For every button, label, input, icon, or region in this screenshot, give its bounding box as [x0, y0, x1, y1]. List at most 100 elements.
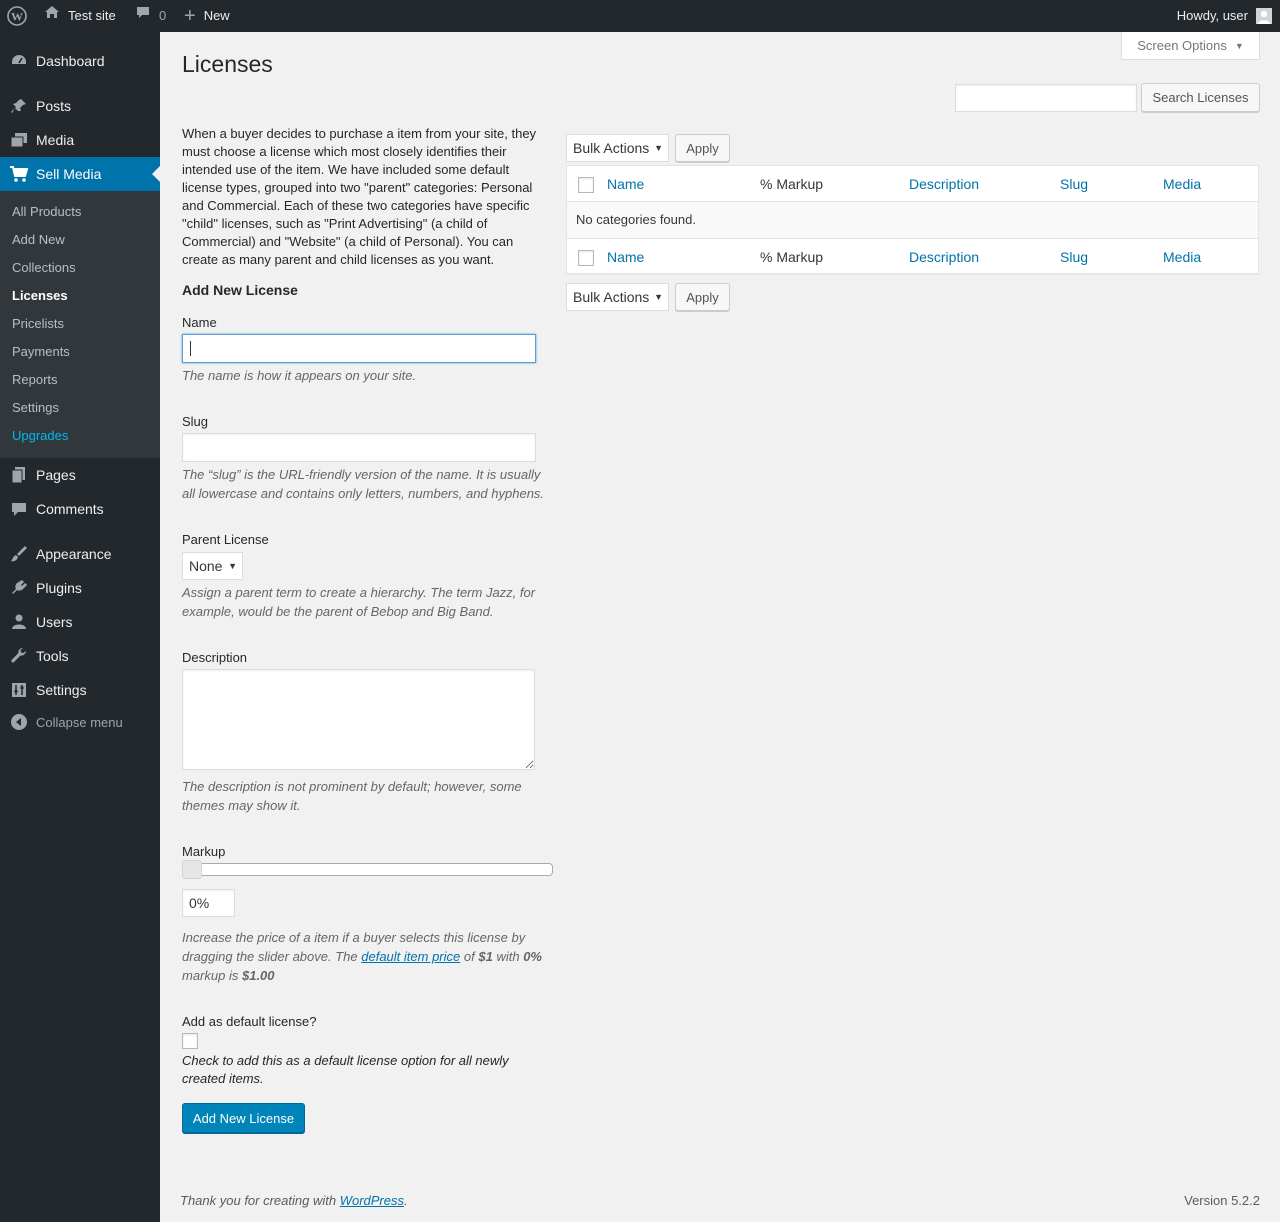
search-input[interactable] [955, 84, 1137, 112]
menu-label: Plugins [36, 580, 82, 596]
markup-desc-text: of [463, 949, 475, 964]
footer-thanks: Thank you for creating with WordPress. [180, 1193, 408, 1208]
default-license-checkbox[interactable] [182, 1033, 198, 1049]
default-item-price-link[interactable]: default item price [361, 949, 460, 964]
menu-dashboard[interactable]: Dashboard [0, 44, 160, 78]
markup-label: Markup [182, 844, 226, 859]
slug-description: The “slug” is the URL-friendly version o… [182, 467, 545, 501]
markup-slider[interactable] [182, 860, 553, 879]
description-textarea[interactable] [182, 669, 535, 770]
markup-description: Increase the price of a item if a buyer … [182, 928, 552, 985]
menu-comments[interactable]: Comments [0, 492, 160, 526]
menu-plugins[interactable]: Plugins [0, 571, 160, 605]
column-markup-header: % Markup [760, 176, 824, 192]
search-licenses-button[interactable]: Search Licenses [1141, 83, 1260, 112]
column-description-header[interactable]: Description [909, 166, 979, 202]
new-content-link[interactable]: + New [184, 0, 230, 32]
my-account-link[interactable]: Howdy, user [1177, 0, 1272, 32]
markup-value-input[interactable] [182, 889, 235, 917]
apply-button-top[interactable]: Apply [675, 134, 730, 162]
menu-media[interactable]: Media [0, 123, 160, 157]
menu-appearance[interactable]: Appearance [0, 537, 160, 571]
submenu-upgrades[interactable]: Upgrades [12, 428, 68, 443]
collapse-label: Collapse menu [36, 714, 123, 730]
footer-thanks-text: Thank you for creating with [180, 1193, 337, 1208]
slug-input[interactable] [182, 433, 536, 462]
submenu-payments[interactable]: Payments [12, 344, 70, 359]
intro-text: When a buyer decides to purchase a item … [182, 126, 537, 267]
column-name-header[interactable]: Name [607, 166, 644, 202]
column-slug-footer[interactable]: Slug [1060, 239, 1088, 275]
menu-label: Comments [36, 501, 104, 517]
slug-label: Slug [182, 414, 209, 429]
menu-label: Appearance [36, 546, 112, 562]
footer-version: Version 5.2.2 [1184, 1193, 1260, 1208]
site-name: Test site [68, 8, 116, 23]
parent-license-value: None [189, 558, 223, 574]
markup-desc-text: with [496, 949, 520, 964]
avatar [1256, 8, 1272, 24]
apply-button-bottom[interactable]: Apply [675, 283, 730, 311]
add-new-license-button[interactable]: Add New License [182, 1103, 305, 1133]
pages-icon [9, 465, 29, 485]
caret-down-icon: ▼ [228, 561, 237, 571]
home-icon [44, 0, 60, 32]
column-slug-header[interactable]: Slug [1060, 166, 1088, 202]
menu-tools[interactable]: Tools [0, 639, 160, 673]
select-all-checkbox[interactable] [578, 177, 594, 193]
name-description: The name is how it appears on your site. [182, 368, 417, 383]
plus-icon: + [184, 5, 196, 27]
column-name-footer[interactable]: Name [607, 239, 644, 275]
wordpress-link[interactable]: WordPress [340, 1193, 404, 1208]
markup-slider-handle[interactable] [182, 860, 202, 879]
comments-count: 0 [159, 8, 167, 23]
name-input[interactable] [182, 334, 536, 363]
howdy-text: Howdy, user [1176, 8, 1248, 23]
comments-link[interactable]: 0 [135, 0, 166, 32]
menu-label: Media [36, 132, 75, 148]
caret-down-icon: ▼ [654, 292, 663, 302]
column-description-footer[interactable]: Description [909, 239, 979, 275]
parent-license-label: Parent License [182, 532, 269, 547]
table-row: No categories found. [567, 202, 1258, 238]
submenu-add-new[interactable]: Add New [12, 232, 65, 247]
submenu-reports[interactable]: Reports [12, 372, 58, 387]
user-icon [9, 612, 29, 632]
plugin-icon [9, 578, 29, 598]
menu-pages[interactable]: Pages [0, 458, 160, 492]
pushpin-icon [9, 96, 29, 116]
submenu-collections[interactable]: Collections [12, 260, 76, 275]
cart-icon [9, 164, 29, 184]
default-license-label: Add as default license? [182, 1014, 317, 1029]
caret-down-icon: ▼ [1234, 40, 1244, 51]
submenu-licenses[interactable]: Licenses [12, 288, 68, 303]
markup-desc-text: markup is [182, 968, 239, 983]
screen-options-button[interactable]: Screen Options ▼ [1121, 32, 1260, 60]
brush-icon [9, 544, 29, 564]
footer-thanks-suffix: . [404, 1193, 408, 1208]
parent-license-description: Assign a parent term to create a hierarc… [182, 585, 536, 619]
menu-label: Posts [36, 98, 72, 114]
column-media-header[interactable]: Media [1163, 166, 1201, 202]
menu-users[interactable]: Users [0, 605, 160, 639]
collapse-menu-button[interactable]: Collapse menu [0, 705, 160, 739]
markup-percent: 0% [523, 949, 542, 964]
wordpress-logo-icon[interactable]: W [7, 0, 27, 32]
parent-license-select[interactable]: None ▼ [182, 552, 243, 580]
menu-posts[interactable]: Posts [0, 89, 160, 123]
page-title: Licenses [182, 51, 273, 77]
new-label: New [203, 8, 230, 23]
submenu-all-products[interactable]: All Products [12, 204, 81, 219]
submenu-settings[interactable]: Settings [12, 400, 59, 415]
column-markup-footer: % Markup [760, 249, 824, 265]
column-media-footer[interactable]: Media [1163, 239, 1201, 275]
submenu-pricelists[interactable]: Pricelists [12, 316, 64, 331]
menu-settings[interactable]: Settings [0, 673, 160, 707]
menu-label: Settings [36, 682, 87, 698]
select-all-checkbox-bottom[interactable] [578, 250, 594, 266]
default-license-description: Check to add this as a default license o… [182, 1053, 509, 1086]
menu-sell-media[interactable]: Sell Media [0, 157, 160, 191]
site-name-link[interactable]: Test site [44, 0, 116, 32]
bulk-actions-select-bottom[interactable]: Bulk Actions ▼ [566, 283, 669, 311]
bulk-actions-select-top[interactable]: Bulk Actions ▼ [566, 134, 669, 162]
